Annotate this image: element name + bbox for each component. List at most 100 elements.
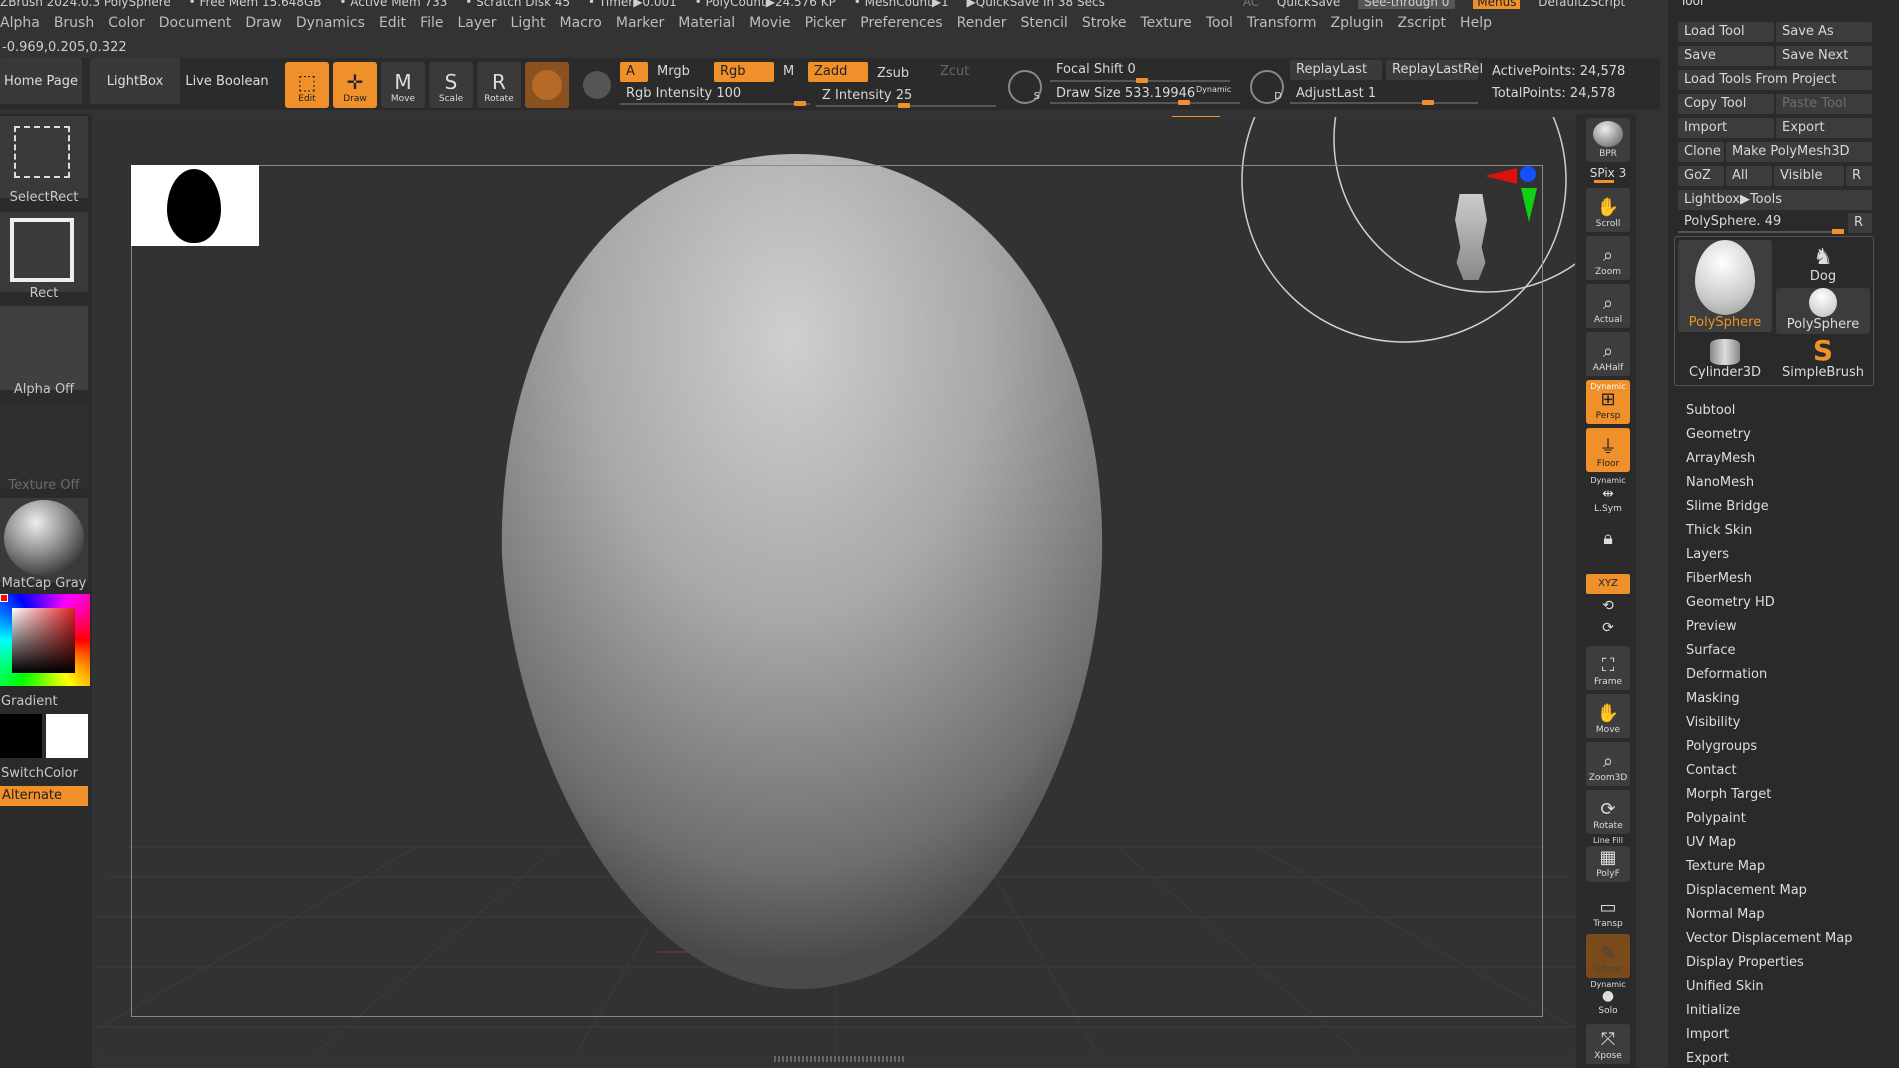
move-view-button[interactable]: ✋ Move bbox=[1586, 694, 1630, 738]
save-next-button[interactable]: Save Next bbox=[1776, 46, 1872, 66]
menu-preferences[interactable]: Preferences bbox=[860, 12, 942, 34]
draw-mode-button[interactable]: ✛ Draw bbox=[333, 62, 377, 108]
draw-size-track[interactable] bbox=[1050, 102, 1240, 104]
xyz-button[interactable]: XYZ bbox=[1586, 574, 1630, 594]
dynamic-size-toggle[interactable]: Dynamic bbox=[1196, 85, 1231, 94]
floor-button[interactable]: ⏚ Floor bbox=[1586, 428, 1630, 472]
load-tool-button[interactable]: Load Tool bbox=[1678, 22, 1774, 42]
spix-knob[interactable] bbox=[1594, 180, 1614, 183]
sculptris-pro-icon[interactable]: S bbox=[1008, 70, 1042, 104]
polysphere-slider-track[interactable] bbox=[1678, 231, 1838, 233]
subpalette-texture-map[interactable]: Texture Map bbox=[1686, 859, 1765, 874]
rotate-y-icon[interactable]: ⟲ bbox=[1586, 598, 1630, 614]
mrgb-toggle[interactable]: Mrgb bbox=[651, 62, 711, 82]
menu-render[interactable]: Render bbox=[957, 12, 1007, 34]
live-boolean-button[interactable]: Live Boolean bbox=[184, 58, 270, 104]
rgb-toggle[interactable]: Rgb bbox=[714, 62, 774, 82]
save-as-button[interactable]: Save As bbox=[1776, 22, 1872, 42]
polysphere-tool-slider[interactable]: PolySphere. 49 bbox=[1678, 212, 1846, 232]
select-rect-button[interactable] bbox=[0, 116, 88, 198]
dynamesh-icon[interactable]: D bbox=[1250, 70, 1284, 104]
menu-light[interactable]: Light bbox=[511, 12, 546, 34]
menu-stroke[interactable]: Stroke bbox=[1082, 12, 1127, 34]
subpalette-export[interactable]: Export bbox=[1686, 1051, 1729, 1066]
persp-button[interactable]: Dynamic ⊞ Persp bbox=[1586, 380, 1630, 424]
make-polymesh3d-button[interactable]: Make PolyMesh3D bbox=[1726, 142, 1872, 162]
tool-thumb-polysphere-active[interactable]: PolySphere bbox=[1678, 240, 1772, 332]
tool-thumb-cylinder3d[interactable]: Cylinder3D bbox=[1678, 336, 1772, 382]
export-tool-button[interactable]: Export bbox=[1776, 118, 1872, 138]
move-mode-button[interactable]: M Move bbox=[381, 62, 425, 108]
import-tool-button[interactable]: Import bbox=[1678, 118, 1774, 138]
rotate-view-button[interactable]: ⟳ Rotate bbox=[1586, 790, 1630, 834]
subpalette-subtool[interactable]: Subtool bbox=[1686, 403, 1735, 418]
subpalette-uv-map[interactable]: UV Map bbox=[1686, 835, 1736, 850]
menu-edit[interactable]: Edit bbox=[379, 12, 406, 34]
menu-document[interactable]: Document bbox=[159, 12, 232, 34]
tool-palette-header[interactable]: Tool bbox=[1668, 0, 1899, 8]
polyf-button[interactable]: ▦ PolyF bbox=[1586, 846, 1630, 882]
rgb-intensity-track[interactable] bbox=[620, 103, 810, 105]
m-toggle[interactable]: M bbox=[777, 62, 803, 82]
adjust-last-track[interactable] bbox=[1290, 102, 1478, 104]
color-picker[interactable] bbox=[0, 594, 90, 686]
lightbox-button[interactable]: LightBox bbox=[90, 58, 180, 104]
bottom-tray-handle[interactable] bbox=[774, 1056, 904, 1062]
rgb-intensity-slider[interactable]: Rgb Intensity 100 bbox=[620, 84, 810, 104]
secondary-color-swatch[interactable] bbox=[46, 714, 88, 758]
lsym-button[interactable]: L.Sym bbox=[1586, 504, 1630, 514]
subpalette-import[interactable]: Import bbox=[1686, 1027, 1729, 1042]
alternate-button[interactable]: Alternate bbox=[0, 786, 88, 806]
subpalette-vector-displacement-map[interactable]: Vector Displacement Map bbox=[1686, 931, 1853, 946]
subpalette-polygroups[interactable]: Polygroups bbox=[1686, 739, 1757, 754]
frame-button[interactable]: ⛶ Frame bbox=[1586, 646, 1630, 690]
rect-stroke-button[interactable] bbox=[0, 212, 88, 292]
menu-tool[interactable]: Tool bbox=[1206, 12, 1233, 34]
ac-label[interactable]: AC bbox=[1243, 0, 1259, 9]
see-through-slider[interactable]: See-through 0 bbox=[1358, 0, 1456, 9]
scale-mode-button[interactable]: S Scale bbox=[429, 62, 473, 108]
menu-stencil[interactable]: Stencil bbox=[1020, 12, 1067, 34]
home-page-button[interactable]: Home Page bbox=[0, 58, 82, 104]
stroke-button[interactable] bbox=[575, 62, 619, 108]
subpalette-morph-target[interactable]: Morph Target bbox=[1686, 787, 1771, 802]
transp-button[interactable]: ▭ Transp bbox=[1586, 888, 1630, 932]
menu-macro[interactable]: Macro bbox=[560, 12, 602, 34]
lock-icon[interactable]: 🔒︎ bbox=[1586, 528, 1630, 549]
main-color-swatch[interactable] bbox=[0, 714, 42, 758]
zsub-toggle[interactable]: Zsub bbox=[871, 64, 931, 84]
subpalette-unified-skin[interactable]: Unified Skin bbox=[1686, 979, 1764, 994]
ghost-button[interactable]: ✎ Ghost bbox=[1586, 934, 1630, 978]
solo-button[interactable]: Solo bbox=[1586, 1006, 1630, 1016]
zoom-button[interactable]: ⌕ Zoom bbox=[1586, 236, 1630, 280]
subpalette-masking[interactable]: Masking bbox=[1686, 691, 1740, 706]
tool-thumb-polysphere[interactable]: PolySphere bbox=[1776, 288, 1870, 334]
a-toggle[interactable]: A bbox=[620, 62, 648, 82]
scroll-button[interactable]: ✋ Scroll bbox=[1586, 188, 1630, 232]
subpalette-thick-skin[interactable]: Thick Skin bbox=[1686, 523, 1752, 538]
subpalette-displacement-map[interactable]: Displacement Map bbox=[1686, 883, 1807, 898]
spix-slider[interactable]: SPix 3 bbox=[1586, 166, 1630, 180]
menu-marker[interactable]: Marker bbox=[616, 12, 664, 34]
xpose-button[interactable]: ⤧ Xpose bbox=[1586, 1024, 1630, 1064]
draw-size-knob[interactable] bbox=[1178, 100, 1190, 105]
goz-button[interactable]: GoZ bbox=[1678, 166, 1724, 186]
subpalette-normal-map[interactable]: Normal Map bbox=[1686, 907, 1765, 922]
subpalette-layers[interactable]: Layers bbox=[1686, 547, 1729, 562]
subpalette-visibility[interactable]: Visibility bbox=[1686, 715, 1740, 730]
replay-last-button[interactable]: ReplayLast bbox=[1290, 60, 1382, 80]
paste-tool-button[interactable]: Paste Tool bbox=[1776, 94, 1872, 114]
copy-tool-button[interactable]: Copy Tool bbox=[1678, 94, 1774, 114]
subpalette-display-properties[interactable]: Display Properties bbox=[1686, 955, 1804, 970]
aahalf-button[interactable]: ⌕ AAHalf bbox=[1586, 332, 1630, 376]
menu-zplugin[interactable]: Zplugin bbox=[1331, 12, 1384, 34]
material-button[interactable] bbox=[0, 498, 88, 582]
color-sv-square[interactable] bbox=[12, 608, 75, 673]
zoom3d-button[interactable]: ⌕ Zoom3D bbox=[1586, 742, 1630, 786]
quicksave-button[interactable]: QuickSave bbox=[1277, 0, 1340, 9]
menu-transform[interactable]: Transform bbox=[1247, 12, 1317, 34]
bpr-button[interactable]: BPR bbox=[1586, 118, 1630, 162]
subpalette-deformation[interactable]: Deformation bbox=[1686, 667, 1767, 682]
menu-alpha[interactable]: Alpha bbox=[0, 12, 40, 34]
menus-toggle[interactable]: Menus bbox=[1473, 0, 1521, 9]
